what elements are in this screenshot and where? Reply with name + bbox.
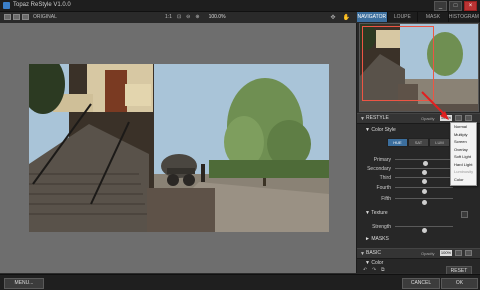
ok-button[interactable]: OK [441, 278, 478, 289]
annotation-arrow [421, 91, 449, 120]
footer-bar: MENU... CANCEL OK [0, 274, 480, 290]
cancel-button[interactable]: CANCEL [402, 278, 440, 289]
menu-button[interactable]: MENU... [4, 278, 44, 289]
